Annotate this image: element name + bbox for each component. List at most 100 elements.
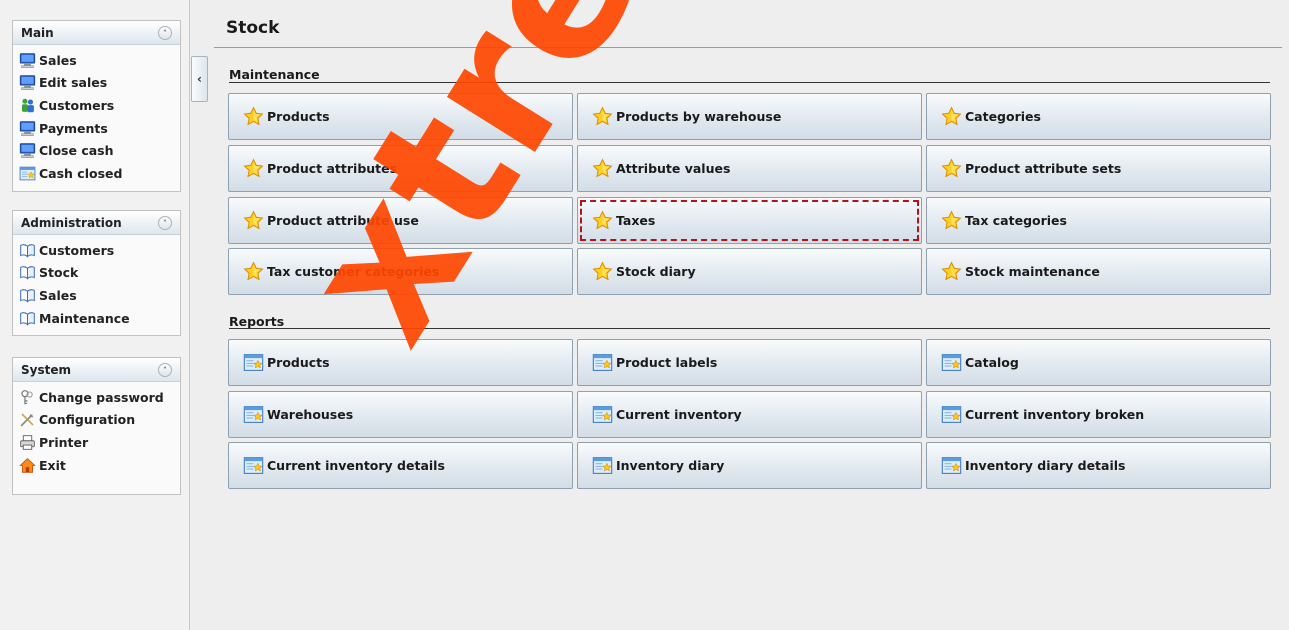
categories-button[interactable]: Categories (926, 93, 1271, 140)
current-inventory-broken-button[interactable]: Current inventory broken (926, 391, 1271, 438)
button-label: Taxes (616, 213, 656, 228)
current-inventory-details-button[interactable]: Current inventory details (228, 442, 573, 489)
sidebar-item-label: Sales (39, 52, 77, 68)
sidebar-item-printer[interactable]: Printer (19, 431, 180, 454)
button-label: Catalog (965, 355, 1019, 370)
product-attributes-button[interactable]: Product attributes (228, 145, 573, 192)
sidebar-item-label: Edit sales (39, 75, 108, 91)
button-label: Product attribute use (267, 213, 419, 228)
stock-maintenance-button[interactable]: Stock maintenance (926, 248, 1271, 295)
button-label: Inventory diary details (965, 458, 1126, 473)
panel-header: Administration ˄ (13, 211, 180, 235)
book-icon (19, 287, 36, 304)
sidebar-item-label: Payments (39, 120, 108, 136)
sidebar-item-label: Exit (39, 457, 66, 473)
taxes-button[interactable]: Taxes (577, 197, 922, 244)
sidebar-item-label: Sales (39, 287, 77, 303)
report-icon (243, 455, 264, 476)
star-icon (592, 210, 613, 231)
button-label: Current inventory broken (965, 407, 1145, 422)
star-icon (592, 261, 613, 282)
star-icon (941, 210, 962, 231)
report-icon (243, 352, 264, 373)
sidebar-collapse-toggle[interactable]: ‹ (191, 56, 208, 102)
button-label: Tax categories (965, 213, 1067, 228)
sidebar-item-label: Change password (39, 389, 164, 405)
button-label: Inventory diary (616, 458, 725, 473)
sidebar-item-cash-closed[interactable]: Cash closed (19, 162, 180, 185)
attribute-values-button[interactable]: Attribute values (577, 145, 922, 192)
current-inventory-button[interactable]: Current inventory (577, 391, 922, 438)
sidebar-item-change-password[interactable]: Change password (19, 386, 180, 409)
product-attribute-sets-button[interactable]: Product attribute sets (926, 145, 1271, 192)
panel-main: Main ˄ Sales Edit sales Customers Paymen… (12, 20, 181, 192)
catalog-button[interactable]: Catalog (926, 339, 1271, 386)
section-divider (229, 328, 1270, 329)
tools-icon (19, 411, 36, 428)
button-label: Products (267, 355, 330, 370)
star-icon (941, 261, 962, 282)
panel-collapse-button[interactable]: ˄ (158, 362, 172, 377)
product-attribute-use-button[interactable]: Product attribute use (228, 197, 573, 244)
button-label: Tax customer categories (267, 264, 440, 279)
stock-diary-button[interactable]: Stock diary (577, 248, 922, 295)
products-by-warehouse-button[interactable]: Products by warehouse (577, 93, 922, 140)
section-divider (229, 82, 1270, 83)
sidebar-item-maintenance[interactable]: Maintenance (19, 307, 180, 330)
button-label: Stock maintenance (965, 264, 1100, 279)
report-icon (19, 165, 36, 182)
inventory-diary-button[interactable]: Inventory diary (577, 442, 922, 489)
sidebar-item-close-cash[interactable]: Close cash (19, 139, 180, 162)
report-icon (592, 404, 613, 425)
sidebar-item-exit[interactable]: Exit (19, 454, 180, 477)
button-label: Current inventory details (267, 458, 445, 473)
monitor-icon (19, 52, 36, 69)
book-icon (19, 310, 36, 327)
section-label-reports: Reports (229, 314, 285, 329)
tax-categories-button[interactable]: Tax categories (926, 197, 1271, 244)
button-label: Warehouses (267, 407, 354, 422)
button-label: Products (267, 109, 330, 124)
report-icon (941, 404, 962, 425)
sidebar-item-customers[interactable]: Customers (19, 94, 180, 117)
sidebar-item-label: Customers (39, 242, 115, 258)
panel-header: Main ˄ (13, 21, 180, 45)
panel-collapse-button[interactable]: ˄ (158, 215, 172, 230)
sidebar-item-label: Printer (39, 434, 89, 450)
star-icon (243, 210, 264, 231)
sidebar-item-label: Maintenance (39, 310, 130, 326)
sidebar-item-sales[interactable]: Sales (19, 49, 180, 72)
sidebar-item-stock[interactable]: Stock (19, 262, 180, 285)
button-label: Products by warehouse (616, 109, 782, 124)
star-icon (243, 261, 264, 282)
inventory-diary-details-button[interactable]: Inventory diary details (926, 442, 1271, 489)
button-label: Product labels (616, 355, 718, 370)
sidebar-item-payments[interactable]: Payments (19, 117, 180, 140)
book-icon (19, 264, 36, 281)
sidebar-item-label: Stock (39, 265, 79, 281)
sidebar-item-label: Configuration (39, 412, 136, 428)
sidebar-item-edit-sales[interactable]: Edit sales (19, 72, 180, 95)
sidebar-item-sales-admin[interactable]: Sales (19, 284, 180, 307)
star-icon (243, 106, 264, 127)
sidebar-item-label: Close cash (39, 143, 114, 159)
star-icon (941, 106, 962, 127)
product-labels-button[interactable]: Product labels (577, 339, 922, 386)
button-label: Stock diary (616, 264, 696, 279)
report-products-button[interactable]: Products (228, 339, 573, 386)
panel-title: Main (21, 25, 54, 40)
button-label: Product attribute sets (965, 161, 1122, 176)
tax-customer-categories-button[interactable]: Tax customer categories (228, 248, 573, 295)
warehouses-button[interactable]: Warehouses (228, 391, 573, 438)
keys-icon (19, 389, 36, 406)
button-label: Product attributes (267, 161, 398, 176)
sidebar-item-customers-admin[interactable]: Customers (19, 239, 180, 262)
panel-header: System ˄ (13, 358, 180, 382)
panel-collapse-button[interactable]: ˄ (158, 25, 172, 40)
section-label-maintenance: Maintenance (229, 67, 320, 82)
button-label: Current inventory (616, 407, 742, 422)
products-button[interactable]: Products (228, 93, 573, 140)
home-icon (19, 457, 36, 474)
sidebar-item-configuration[interactable]: Configuration (19, 409, 180, 432)
title-divider (214, 47, 1282, 48)
